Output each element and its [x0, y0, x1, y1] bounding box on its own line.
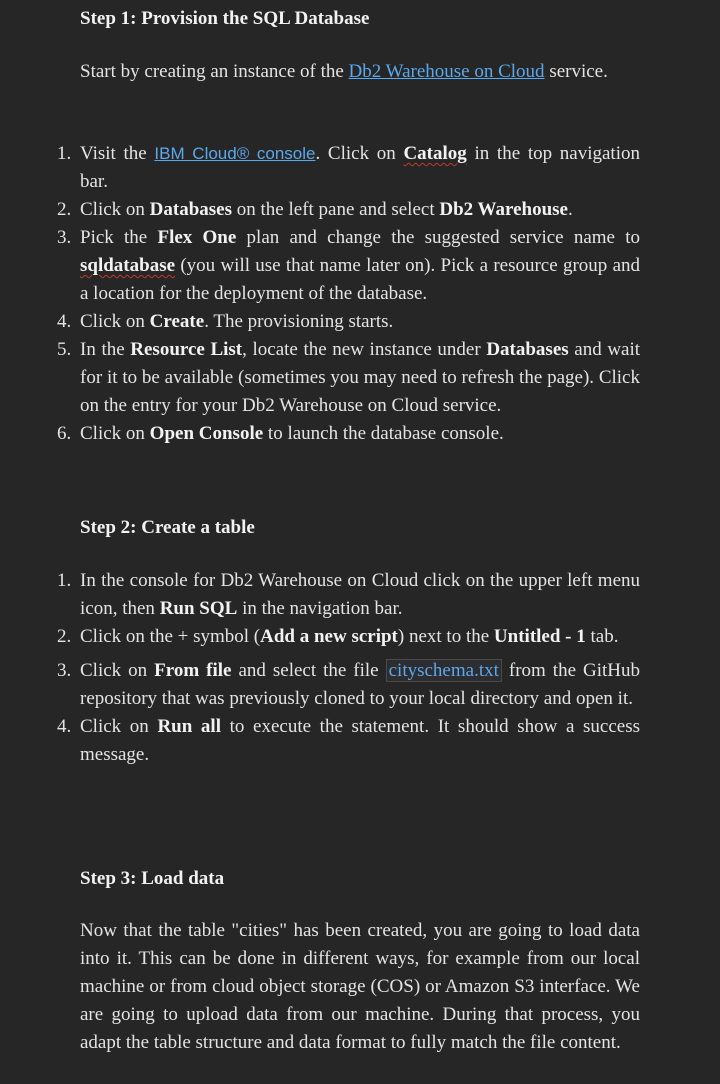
list-item: 5. In the Resource List, locate the new …	[0, 336, 640, 420]
step1-intro: Start by creating an instance of the Db2…	[80, 58, 640, 86]
step2-heading: Step 2: Create a table	[80, 517, 255, 538]
step1-heading: Step 1: Provision the SQL Database	[80, 8, 370, 29]
list-item: 3. Pick the Flex One plan and change the…	[0, 224, 640, 308]
databases-term: Databases	[486, 339, 569, 360]
step3-heading: Step 3: Load data	[80, 868, 225, 889]
item-text: ) next to the	[397, 626, 490, 647]
intro-suffix: service.	[549, 61, 608, 82]
item-number: 1.	[57, 143, 72, 164]
item-number: 3.	[57, 660, 72, 681]
db2-warehouse-term: Db2 Warehouse	[439, 199, 568, 220]
item-text: .	[568, 199, 573, 220]
sqldatabase-term: sqldatabase	[80, 255, 176, 276]
resource-list-term: Resource List	[130, 339, 243, 360]
list-item: 2. Click on the + symbol (Add a new scri…	[0, 623, 640, 651]
item-text: Visit the	[80, 143, 147, 164]
item-number: 3.	[57, 227, 72, 248]
from-file-term: From file	[154, 660, 232, 681]
list-item: 1. Visit the IBM Cloud® console. Click o…	[0, 140, 640, 196]
item-text: In the	[80, 339, 125, 360]
add-new-script-term: Add a new script	[260, 626, 398, 647]
item-number: 5.	[57, 339, 72, 360]
list-item: 6. Click on Open Console to launch the d…	[0, 420, 640, 448]
item-number: 2.	[57, 626, 72, 647]
item-text: to launch the database console.	[267, 423, 504, 444]
item-number: 2.	[57, 199, 72, 220]
item-text: on the left pane and select	[236, 199, 435, 220]
item-text: in the navigation bar.	[242, 598, 403, 619]
item-number: 6.	[57, 423, 72, 444]
list-item: 4. Click on Run all to execute the state…	[0, 713, 640, 769]
list-item: 1. In the console for Db2 Warehouse on C…	[0, 567, 640, 623]
item-text: , locate the new instance under	[242, 339, 481, 360]
item-number: 4.	[57, 311, 72, 332]
item-number: 1.	[57, 570, 72, 591]
step1-list: 1. Visit the IBM Cloud® console. Click o…	[0, 140, 640, 448]
item-text: and select the file	[238, 660, 379, 681]
open-console-term: Open Console	[149, 423, 264, 444]
item-text: Click on	[80, 199, 145, 220]
ibm-cloud-console-link[interactable]: IBM Cloud® console	[154, 144, 315, 163]
flex-one-term: Flex One	[157, 227, 237, 248]
list-item: 3. Click on From file and select the fil…	[0, 657, 640, 713]
databases-term: Databases	[149, 199, 233, 220]
item-text: Click on	[80, 423, 145, 444]
cityschema-filename: cityschema.txt	[385, 659, 502, 682]
step2-list: 1. In the console for Db2 Warehouse on C…	[0, 567, 640, 769]
list-item: 2. Click on Databases on the left pane a…	[0, 196, 640, 224]
item-text: Click on the + symbol (	[80, 626, 261, 647]
intro-text: Start by creating an instance of the	[80, 61, 344, 82]
list-item: 4. Click on Create. The provisioning sta…	[0, 308, 640, 336]
catalog-term: Catalog	[403, 143, 467, 164]
item-text: . The provisioning starts.	[204, 311, 394, 332]
item-text: tab.	[590, 626, 619, 647]
run-sql-term: Run SQL	[159, 598, 238, 619]
create-term: Create	[149, 311, 205, 332]
untitled-tab-term: Untitled - 1	[493, 626, 586, 647]
db2-warehouse-link[interactable]: Db2 Warehouse on Cloud	[349, 61, 545, 82]
item-text: Pick the	[80, 227, 148, 248]
item-text: Click on	[80, 311, 145, 332]
item-text: Click on	[80, 660, 148, 681]
item-text: . Click on	[315, 143, 396, 164]
item-number: 4.	[57, 716, 72, 737]
document-page: Step 1: Provision the SQL Database Start…	[0, 0, 720, 1084]
item-text: Click on	[80, 716, 149, 737]
run-all-term: Run all	[157, 716, 221, 737]
item-text: plan and change the suggested service na…	[246, 227, 640, 248]
step3-body: Now that the table "cities" has been cre…	[80, 920, 640, 1053]
